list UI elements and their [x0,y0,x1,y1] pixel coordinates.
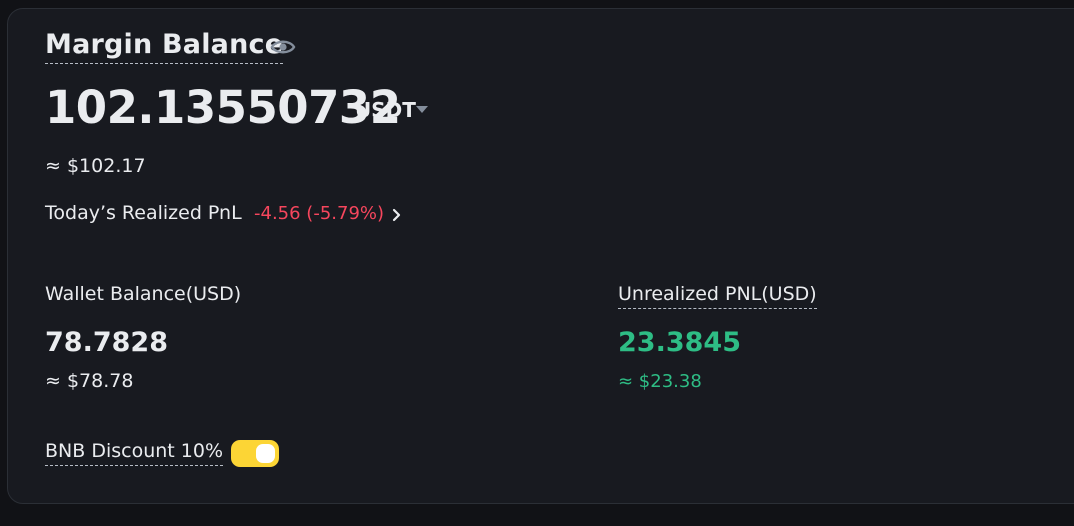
unrealized-pnl-value: 23.3845 [618,327,741,358]
toggle-knob [256,444,275,463]
realized-pnl-label: Today’s Realized PnL [45,202,242,224]
wallet-balance-usd-approx: ≈ $78.78 [45,370,134,392]
chevron-right-icon[interactable] [391,208,403,222]
margin-balance-usd-approx: ≈ $102.17 [45,155,146,177]
caret-down-icon[interactable] [416,106,428,113]
unrealized-pnl-label[interactable]: Unrealized PNL(USD) [618,283,817,309]
eye-icon[interactable] [270,38,296,56]
bnb-discount-label[interactable]: BNB Discount 10% [45,440,224,466]
currency-selector[interactable]: USDT [355,98,416,122]
bnb-discount-toggle[interactable] [231,440,279,467]
wallet-balance-label: Wallet Balance(USD) [45,283,242,305]
wallet-balance-value: 78.7828 [45,327,168,358]
margin-balance-title[interactable]: Margin Balance [45,29,284,64]
unrealized-pnl-usd-approx: ≈ $23.38 [618,371,702,392]
realized-pnl-value[interactable]: -4.56 (-5.79%) [254,203,384,224]
margin-balance-value: 102.13550732 [45,81,401,134]
margin-balance-card: Margin Balance 102.13550732 USDT ≈ $102.… [7,8,1074,504]
